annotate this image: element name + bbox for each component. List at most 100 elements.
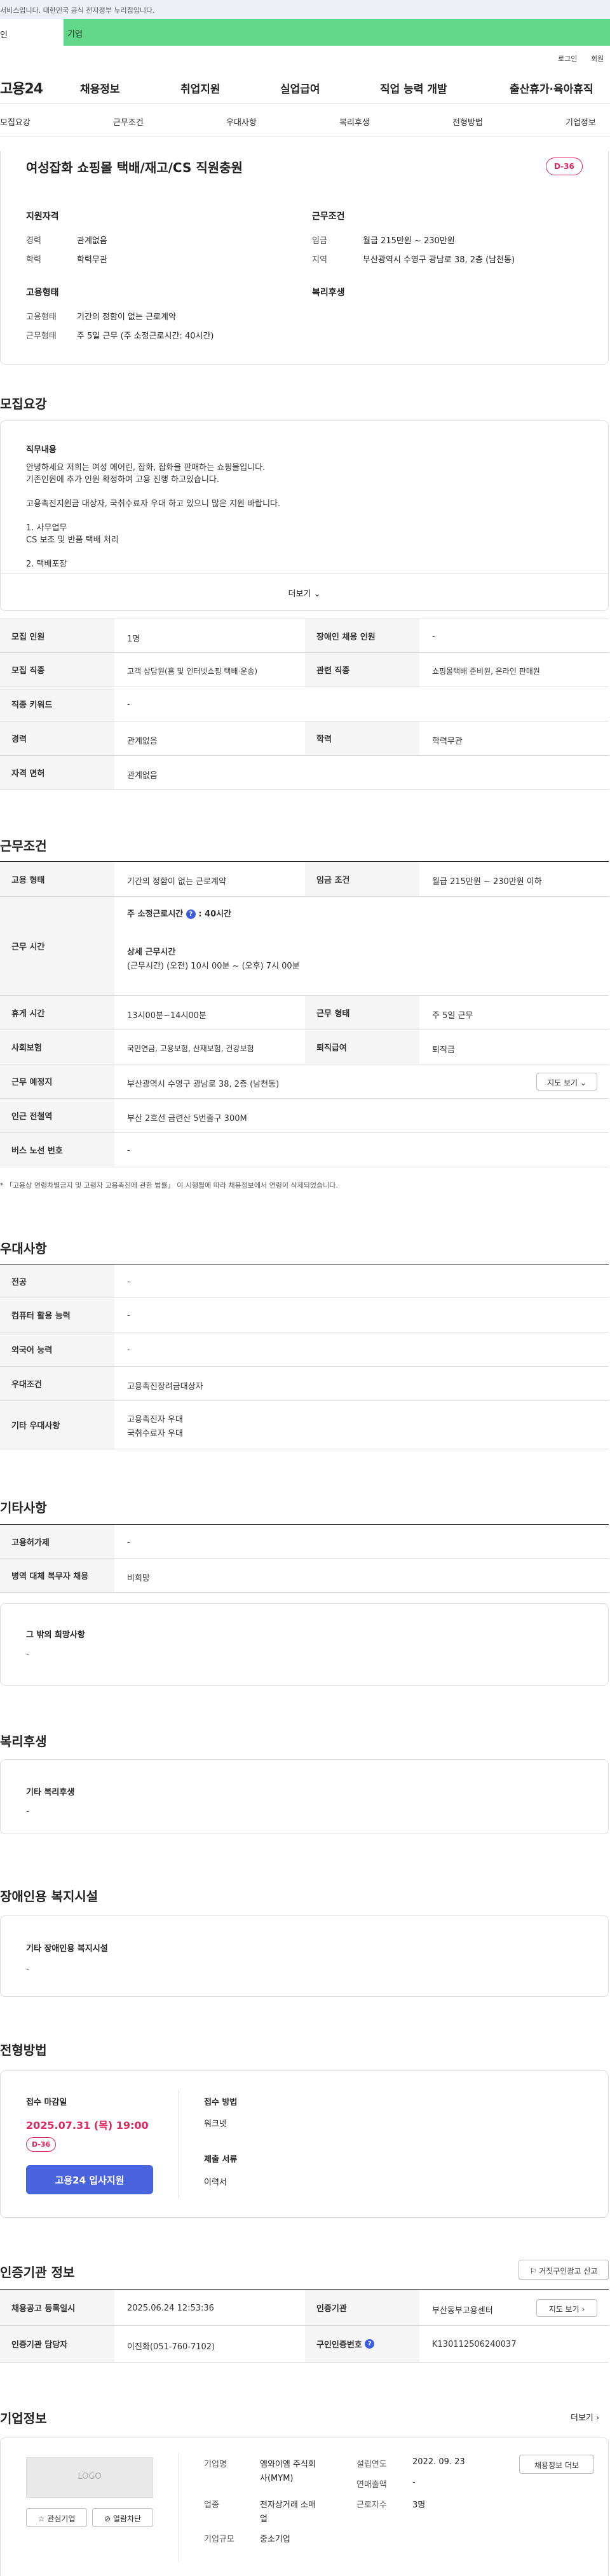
star-icon: ☆ xyxy=(37,2514,45,2523)
job-summary-card: 여성잡화 쇼핑몰 택배/재고/CS 직원충원 D-36 지원자격 경력 관계없음… xyxy=(0,151,609,365)
table-row: 병역 대체 복무자 채용 비희망 xyxy=(0,1559,609,1593)
table-row: 외국어 능력 - xyxy=(0,1332,609,1367)
gov-banner: 서비스입니다. 대한민국 공식 전자정부 누리집입니다. xyxy=(0,0,610,19)
apply-button[interactable]: 고용24 입사지원 xyxy=(26,2165,153,2194)
disabled-card: 기타 장애인용 복지시설 - xyxy=(0,1915,609,1997)
type-label: 고용형태 xyxy=(26,312,57,322)
employment-heading: 고용형태 xyxy=(26,288,59,298)
block-icon: ⊘ xyxy=(104,2514,111,2523)
welfare-heading: 복리후생 xyxy=(312,288,345,298)
recruit-section-title: 모집요강 xyxy=(0,396,47,412)
company-section-title: 기업정보 xyxy=(0,2411,47,2426)
section-tabs: 모집요강 근무조건 우대사항 복리후생 전형방법 기업정보 xyxy=(0,104,610,137)
utility-bar: 로그인 회원 xyxy=(0,46,610,66)
table-row: 컴퓨터 활용 능력 - xyxy=(0,1298,609,1332)
tab-apply[interactable]: 전형방법 xyxy=(452,116,483,128)
job-title: 여성잡화 쇼핑몰 택배/재고/CS 직원충원 xyxy=(26,160,243,175)
favorite-company-button[interactable]: ☆ 관심기업 xyxy=(26,2508,87,2527)
exp-value: 관계없음 xyxy=(77,236,107,246)
hours-label: 근무형태 xyxy=(26,332,57,341)
join-link[interactable]: 회원 xyxy=(591,53,604,64)
block-button[interactable]: ⊘ 열람차단 xyxy=(92,2508,153,2527)
tab-work[interactable]: 근무조건 xyxy=(113,116,144,128)
table-row: 고용허가제 - xyxy=(0,1524,609,1559)
nav-item-jobs[interactable]: 채용정보 xyxy=(80,80,120,96)
main-nav: 고용24 채용정보 취업지원 실업급여 직업 능력 개발 출산휴가·육아휴직 xyxy=(0,66,610,104)
table-row: 버스 노선 번호 - xyxy=(0,1133,609,1167)
service-tab-person[interactable]: 인 xyxy=(0,22,64,43)
map-view-button[interactable]: 지도 보기 › xyxy=(536,2299,597,2317)
table-row: 기타 우대사항 고용촉진자 우대 국취수료자 우대 xyxy=(0,1401,609,1449)
login-link[interactable]: 로그인 xyxy=(558,53,577,64)
table-row: 경력 관계없음 학력 학력무관 xyxy=(0,721,609,756)
disabled-section-title: 장애인용 복지시설 xyxy=(0,1889,98,1904)
nav-item-employment-support[interactable]: 취업지원 xyxy=(180,80,220,96)
wage-value: 월급 215만원 ~ 230만원 xyxy=(363,236,455,246)
age-notice: * 「고용상 연령차별금지 및 고령자 고용촉진에 관한 법률」 이 시행될에 … xyxy=(0,1181,338,1190)
table-row: 직종 키워드 - xyxy=(0,687,609,721)
table-row: 우대조건 고용촉진장려금대상자 xyxy=(0,1367,609,1401)
dday-badge: D-36 xyxy=(546,158,583,175)
table-row: 근무 시간 주 소정근로시간 ? : 40시간 상세 근무시간 (근무시간) (… xyxy=(0,897,609,996)
nav-item-unemployment[interactable]: 실업급여 xyxy=(280,80,320,96)
nav-item-training[interactable]: 직업 능력 개발 xyxy=(380,80,447,96)
region-label: 지역 xyxy=(312,255,327,265)
dday-badge: D-36 xyxy=(26,2137,57,2152)
job-description-card: 직무내용 안녕하세요 저희는 여성 에어린, 잡화, 잡화을 판매하는 쇼핑몰입… xyxy=(0,420,609,611)
company-logo: LOGO xyxy=(26,2457,153,2498)
table-row: 인근 전철역 부산 2호선 금련산 5번출구 300M xyxy=(0,1099,609,1133)
tab-company[interactable]: 기업정보 xyxy=(566,116,596,128)
welfare-section-title: 복리후생 xyxy=(0,1734,47,1749)
cert-section-title: 인증기관 정보 xyxy=(0,2265,75,2280)
wish-card: 그 밖의 희망사항 - xyxy=(0,1603,609,1686)
table-row: 고용 형태 기간의 정함이 없는 근로계약 임금 조건 월급 215만원 ~ 2… xyxy=(0,861,609,897)
type-value: 기간의 정함이 없는 근로계약 xyxy=(77,312,176,322)
tab-recruit[interactable]: 모집요강 xyxy=(0,116,30,128)
more-button[interactable]: 더보기 ⌄ xyxy=(1,574,608,610)
wage-label: 임금 xyxy=(312,236,327,246)
region-value: 부산광역시 수영구 광남로 38, 2층 (남천동) xyxy=(363,255,515,265)
chevron-right-icon: › xyxy=(581,2305,585,2314)
description-heading: 직무내용 xyxy=(26,445,57,455)
table-row: 전공 - xyxy=(0,1264,609,1298)
top-service-bar: 인 기업 xyxy=(0,19,610,46)
service-tab-company[interactable]: 기업 xyxy=(64,19,610,46)
exp-label: 경력 xyxy=(26,236,41,246)
site-logo[interactable]: 고용24 xyxy=(0,77,43,98)
help-icon[interactable]: ? xyxy=(365,2339,375,2349)
table-row: 사회보험 국민연금, 고용보험, 산재보험, 건강보험 퇴직급여 퇴직금 xyxy=(0,1030,609,1064)
chevron-down-icon: ⌄ xyxy=(580,1078,586,1087)
pref-section-title: 우대사항 xyxy=(0,1241,47,1256)
flag-icon: ⚐ xyxy=(529,2267,537,2276)
edu-value: 학력무관 xyxy=(77,255,107,265)
map-view-button[interactable]: 지도 보기 ⌄ xyxy=(536,1073,597,1090)
company-jobs-button[interactable]: 채용정보 더보 xyxy=(519,2455,594,2474)
tab-pref[interactable]: 우대사항 xyxy=(226,116,257,128)
qualification-heading: 지원자격 xyxy=(26,211,59,222)
deadline: 2025.07.31 (목) 19:00 xyxy=(26,2119,149,2131)
table-row: 근무 예정지 부산광역시 수영구 광남로 38, 2층 (남천동) 지도 보기 … xyxy=(0,1064,609,1099)
table-row: 자격 면허 관계없음 xyxy=(0,756,609,790)
welfare-card: 기타 복리후생 - xyxy=(0,1759,609,1834)
help-icon[interactable]: ? xyxy=(186,909,196,919)
nav-item-leave[interactable]: 출산휴가·육아휴직 xyxy=(510,80,593,96)
chevron-down-icon: ⌄ xyxy=(313,589,321,599)
chevron-right-icon: › xyxy=(596,2413,600,2423)
company-more-link[interactable]: 더보기 › xyxy=(571,2411,599,2423)
etc-section-title: 기타사항 xyxy=(0,1500,47,1515)
table-row: 인증기관 담당자 이진화(051-760-7102) 구인인증번호 ? K130… xyxy=(0,2326,609,2363)
table-row: 채용공고 등록일시 2025.06.24 12:53:36 인증기관 부산동부고… xyxy=(0,2289,609,2326)
table-row: 휴게 시간 13시00분~14시00분 근무 형태 주 5일 근무 xyxy=(0,996,609,1030)
edu-label: 학력 xyxy=(26,255,41,265)
apply-card: 접수 마감일 2025.07.31 (목) 19:00 D-36 고용24 입사… xyxy=(0,2070,609,2218)
report-button[interactable]: ⚐ 거짓구인광고 신고 xyxy=(518,2260,609,2280)
company-card: LOGO ☆ 관심기업 ⊘ 열람차단 기업명 엠와이엠 주식회 사(MYM) 설… xyxy=(0,2438,609,2576)
description-text: 안녕하세요 저희는 여성 에어린, 잡화, 잡화을 판매하는 쇼핑몰입니다. 기존… xyxy=(26,463,281,569)
conditions-heading: 근무조건 xyxy=(312,211,345,222)
apply-section-title: 전형방법 xyxy=(0,2043,47,2058)
table-row: 모집 인원 1명 장애인 채용 인원 - xyxy=(0,619,609,653)
work-section-title: 근무조건 xyxy=(0,838,47,854)
tab-welfare[interactable]: 복리후생 xyxy=(339,116,370,128)
hours-value: 주 5일 근무 (주 소정근로시간: 40시간) xyxy=(77,332,214,341)
table-row: 모집 직종 고객 상담원(홈 및 인터넷쇼핑 택배·운송) 관련 직종 쇼핑몰택… xyxy=(0,653,609,687)
